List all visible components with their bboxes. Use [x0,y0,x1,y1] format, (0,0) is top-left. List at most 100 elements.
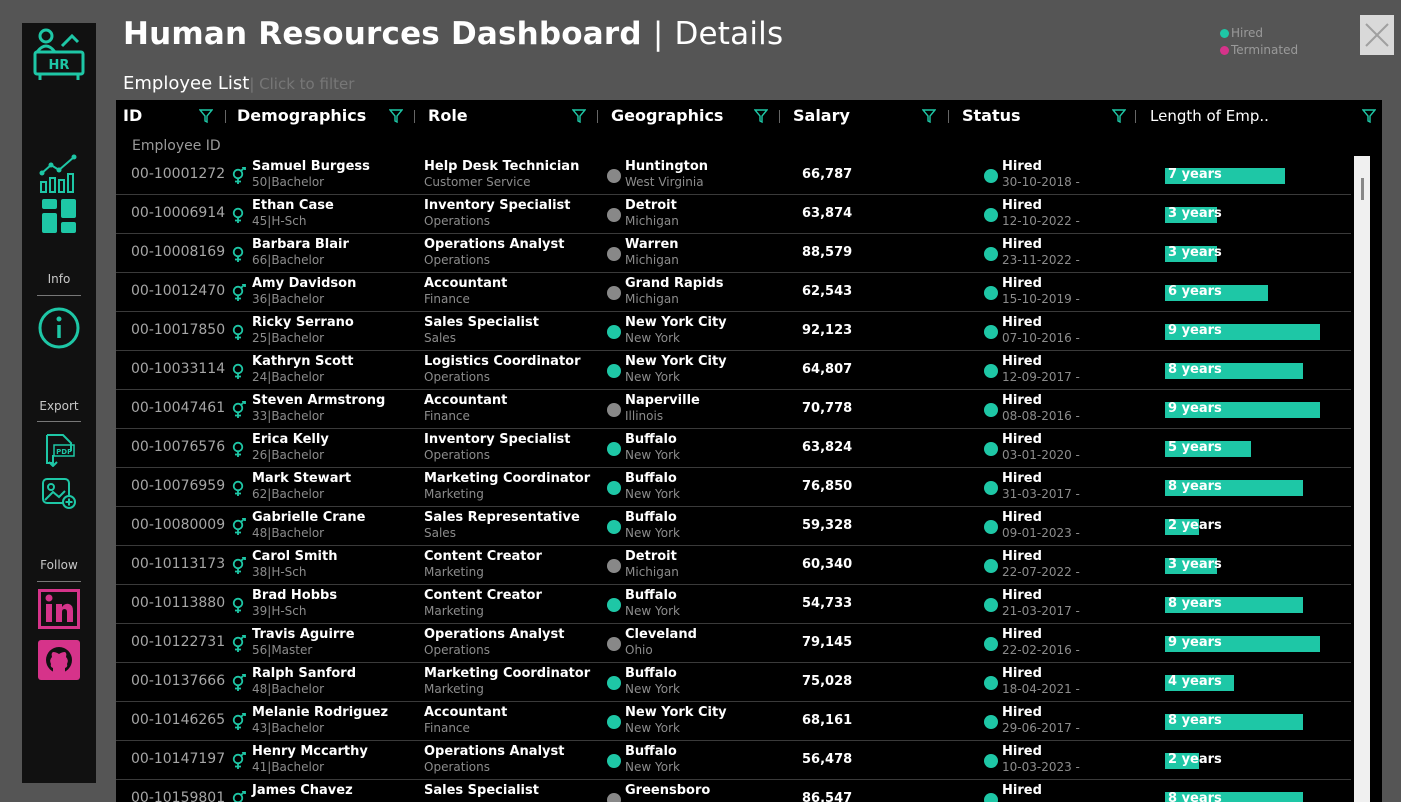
employee-demographics: 62|Bachelor [252,487,325,501]
hr-logo-icon[interactable]: HR [32,26,86,80]
image-export-icon[interactable] [41,476,77,510]
chart-icon[interactable] [39,153,79,193]
geo-active-dot-icon [607,715,621,729]
employee-salary: 64,807 [802,362,853,377]
column-header-4[interactable]: Geographics [611,100,723,132]
pdf-text: PDF [56,448,72,456]
employee-id: 00-10047461 [131,400,226,416]
hire-date: 29-06-2017 - [1002,721,1080,735]
filter-icon[interactable] [922,109,936,123]
employee-status: Hired [1002,354,1042,369]
employee-name: Travis Aguirre [252,627,355,642]
employee-salary: 54,733 [802,596,853,611]
table-row[interactable]: 00-10001272 Samuel Burgess 50|Bachelor Help… [116,156,1351,195]
employee-status: Hired [1002,198,1042,213]
table-row[interactable]: 00-10113880 Brad Hobbs 39|H-Sch Content Cre… [116,585,1351,624]
legend-item-hired[interactable]: Hired [1220,25,1298,42]
table-row[interactable]: 00-10033114 Kathryn Scott 24|Bachelor Logis… [116,351,1351,390]
employee-department: Operations [424,370,490,384]
employee-role: Accountant [424,276,508,291]
employee-role: Content Creator [424,588,542,603]
employee-salary: 76,850 [802,479,853,494]
status-hired-dot-icon [984,325,998,339]
employee-city: Warren [625,237,679,252]
employee-id: 00-10012470 [131,283,226,299]
hire-date: 30-10-2018 - [1002,175,1080,189]
legend-item-terminated[interactable]: Terminated [1220,42,1298,59]
employee-city: Buffalo [625,666,677,681]
close-button[interactable] [1360,15,1394,55]
employee-name: Melanie Rodriguez [252,705,389,720]
employee-state: New York [625,682,680,696]
status-hired-dot-icon [984,208,998,222]
dashboard-grid-icon[interactable] [41,198,77,234]
table-row[interactable]: 00-10006914 Ethan Case 45|H-Sch Inventory S… [116,195,1351,234]
filter-icon[interactable] [572,109,586,123]
gender-male-icon [232,597,244,613]
table-row[interactable]: 00-10113173 Carol Smith 38|H-Sch Content Cr… [116,546,1351,585]
column-header-6[interactable]: Status [962,100,1021,132]
employee-status: Hired [1002,276,1042,291]
table-row[interactable]: 00-10008169 Barbara Blair 66|Bachelor Opera… [116,234,1351,273]
list-hint: | Click to filter [249,75,355,93]
hire-date: 09-01-2023 - [1002,526,1080,540]
table-row[interactable]: 00-10080009 Gabrielle Crane 48|Bachelor Sal… [116,507,1351,546]
gender-female-icon [232,518,246,535]
info-divider [37,295,81,296]
employee-name: Steven Armstrong [252,393,386,408]
filter-icon[interactable] [754,109,768,123]
table-row[interactable]: 00-10159801 James Chavez Sales Specialist G… [116,780,1351,802]
geo-inactive-dot-icon [607,637,621,651]
status-hired-dot-icon [984,715,998,729]
employment-length-label: 8 years [1168,362,1222,377]
employee-status: Hired [1002,627,1042,642]
table-row[interactable]: 00-10012470 Amy Davidson 36|Bachelor Accoun… [116,273,1351,312]
column-header-2[interactable]: Demographics [237,100,366,132]
employee-demographics: 48|Bachelor [252,682,325,696]
table-row[interactable]: 00-10017850 Ricky Serrano 25|Bachelor Sales… [116,312,1351,351]
filter-icon[interactable] [1112,109,1126,123]
geo-inactive-dot-icon [607,403,621,417]
geo-active-dot-icon [607,442,621,456]
table-row[interactable]: 00-10076576 Erica Kelly 26|Bachelor Invento… [116,429,1351,468]
table-row[interactable]: 00-10076959 Mark Stewart 62|Bachelor Market… [116,468,1351,507]
employee-city: Grand Rapids [625,276,724,291]
employment-length-label: 9 years [1168,635,1222,650]
table-row[interactable]: 00-10122731 Travis Aguirre 56|Master Operat… [116,624,1351,663]
employee-name: Amy Davidson [252,276,357,291]
pdf-export-icon[interactable]: PDF [41,433,77,467]
employment-length-label: 8 years [1168,479,1222,494]
hire-date: 12-09-2017 - [1002,370,1080,384]
linkedin-icon[interactable] [38,589,80,629]
employee-status: Hired [1002,744,1042,759]
employee-demographics: 45|H-Sch [252,214,307,228]
gender-female-icon [232,284,246,301]
column-header-1[interactable]: ID [123,100,142,132]
table-row[interactable]: 00-10147197 Henry Mccarthy 41|Bachelor Oper… [116,741,1351,780]
gender-female-icon [232,167,246,184]
column-header-5[interactable]: Salary [793,100,850,132]
employee-city: Buffalo [625,510,677,525]
table-row[interactable]: 00-10047461 Steven Armstrong 33|Bachelor Ac… [116,390,1351,429]
status-hired-dot-icon [984,286,998,300]
employment-length-label: 3 years [1168,206,1222,221]
geo-active-dot-icon [607,754,621,768]
status-hired-dot-icon [984,169,998,183]
github-icon[interactable] [38,640,80,680]
scrollbar[interactable] [1354,156,1370,802]
table-row[interactable]: 00-10146265 Melanie Rodriguez 43|Bachelor A… [116,702,1351,741]
scrollbar-thumb[interactable] [1361,178,1364,200]
status-hired-dot-icon [984,559,998,573]
employee-state: New York [625,721,680,735]
employee-id: 00-10159801 [131,790,226,802]
filter-icon[interactable] [1362,109,1376,123]
gender-male-icon [232,480,244,496]
column-header-3[interactable]: Role [428,100,468,132]
employee-name: Barbara Blair [252,237,349,252]
column-header-7[interactable]: Length of Emp.. [1150,100,1269,132]
table-row[interactable]: 00-10137666 Ralph Sanford 48|Bachelor Marke… [116,663,1351,702]
filter-icon[interactable] [389,109,403,123]
filter-icon[interactable] [199,109,213,123]
info-icon[interactable] [38,307,80,349]
employee-name: Ricky Serrano [252,315,354,330]
